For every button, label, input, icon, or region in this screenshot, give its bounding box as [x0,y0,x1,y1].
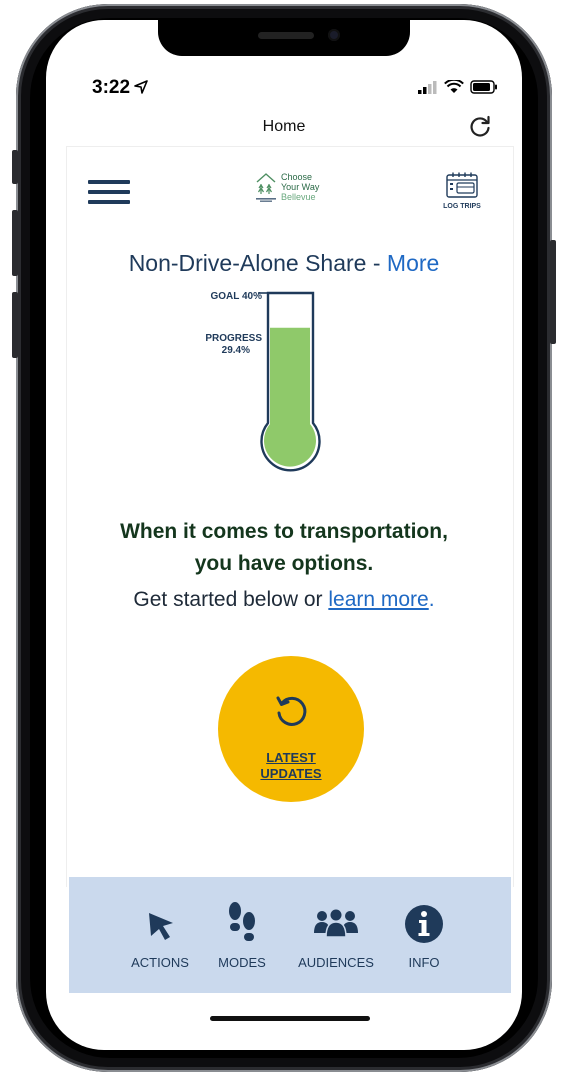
battery-icon [470,80,497,94]
tab-modes[interactable]: MODES [202,900,282,970]
volume-down-button [12,292,18,358]
headline-line-1: When it comes to transportation, [120,520,448,543]
app-logo: Choose Your Way Bellevue [254,170,319,204]
progress-label-value: 29.4% [221,345,250,356]
log-trips-button[interactable]: LOG TRIPS [438,172,486,210]
logo-line-2: Your Way [281,182,320,192]
tab-actions-label: ACTIONS [131,955,189,970]
thermometer-gauge [258,291,321,472]
subline-period: . [428,588,435,611]
cursor-arrow-icon [149,913,173,940]
goal-label: GOAL 40% [210,291,263,302]
menu-icon[interactable] [88,180,130,206]
mute-switch [12,150,18,184]
share-title-text: Non-Drive-Alone Share - [128,250,387,276]
tab-info-label: INFO [408,955,440,970]
people-group-icon [314,909,358,938]
logo-line-1: Choose [281,172,313,182]
status-icons [418,80,498,94]
log-trips-label: LOG TRIPS [443,203,481,210]
signal-icon [418,81,437,94]
refresh-icon[interactable] [468,114,492,138]
learn-more-link[interactable]: learn more [328,588,428,611]
status-time: 3:22 [92,77,131,98]
location-arrow-icon [134,80,148,94]
info-circle-icon [405,905,443,943]
latest-updates-line-1: LATEST [266,750,316,765]
history-icon [276,696,307,726]
tab-audiences-label: AUDIENCES [298,955,374,970]
footprints-icon [229,902,255,941]
logo-line-3: Bellevue [281,192,316,202]
share-title: Non-Drive-Alone Share - More [0,250,568,277]
tab-audiences[interactable]: AUDIENCES [288,900,384,970]
tree-house-logo-icon [256,173,276,202]
headline-line-2: you have options. [194,552,374,575]
home-indicator [210,1016,370,1021]
share-more-link[interactable]: More [387,250,439,276]
subline-text: Get started below or [133,588,329,611]
thermometer-fill [264,327,316,467]
progress-label-title: PROGRESS [205,333,262,344]
calendar-bus-icon [446,172,478,198]
tab-info[interactable]: INFO [384,900,464,970]
headline: When it comes to transportation, you hav… [0,516,568,580]
latest-updates-label: LATEST UPDATES [218,750,364,782]
tab-actions[interactable]: ACTIONS [120,900,200,970]
notch [158,20,410,56]
subline: Get started below or learn more. [0,588,568,612]
tab-modes-label: MODES [218,955,266,970]
front-camera [328,29,340,41]
latest-updates-button[interactable]: LATEST UPDATES [218,656,364,802]
wifi-icon [444,80,464,93]
speaker [258,32,314,39]
latest-updates-line-2: UPDATES [260,766,322,781]
progress-label: PROGRESS 29.4% [166,333,262,357]
